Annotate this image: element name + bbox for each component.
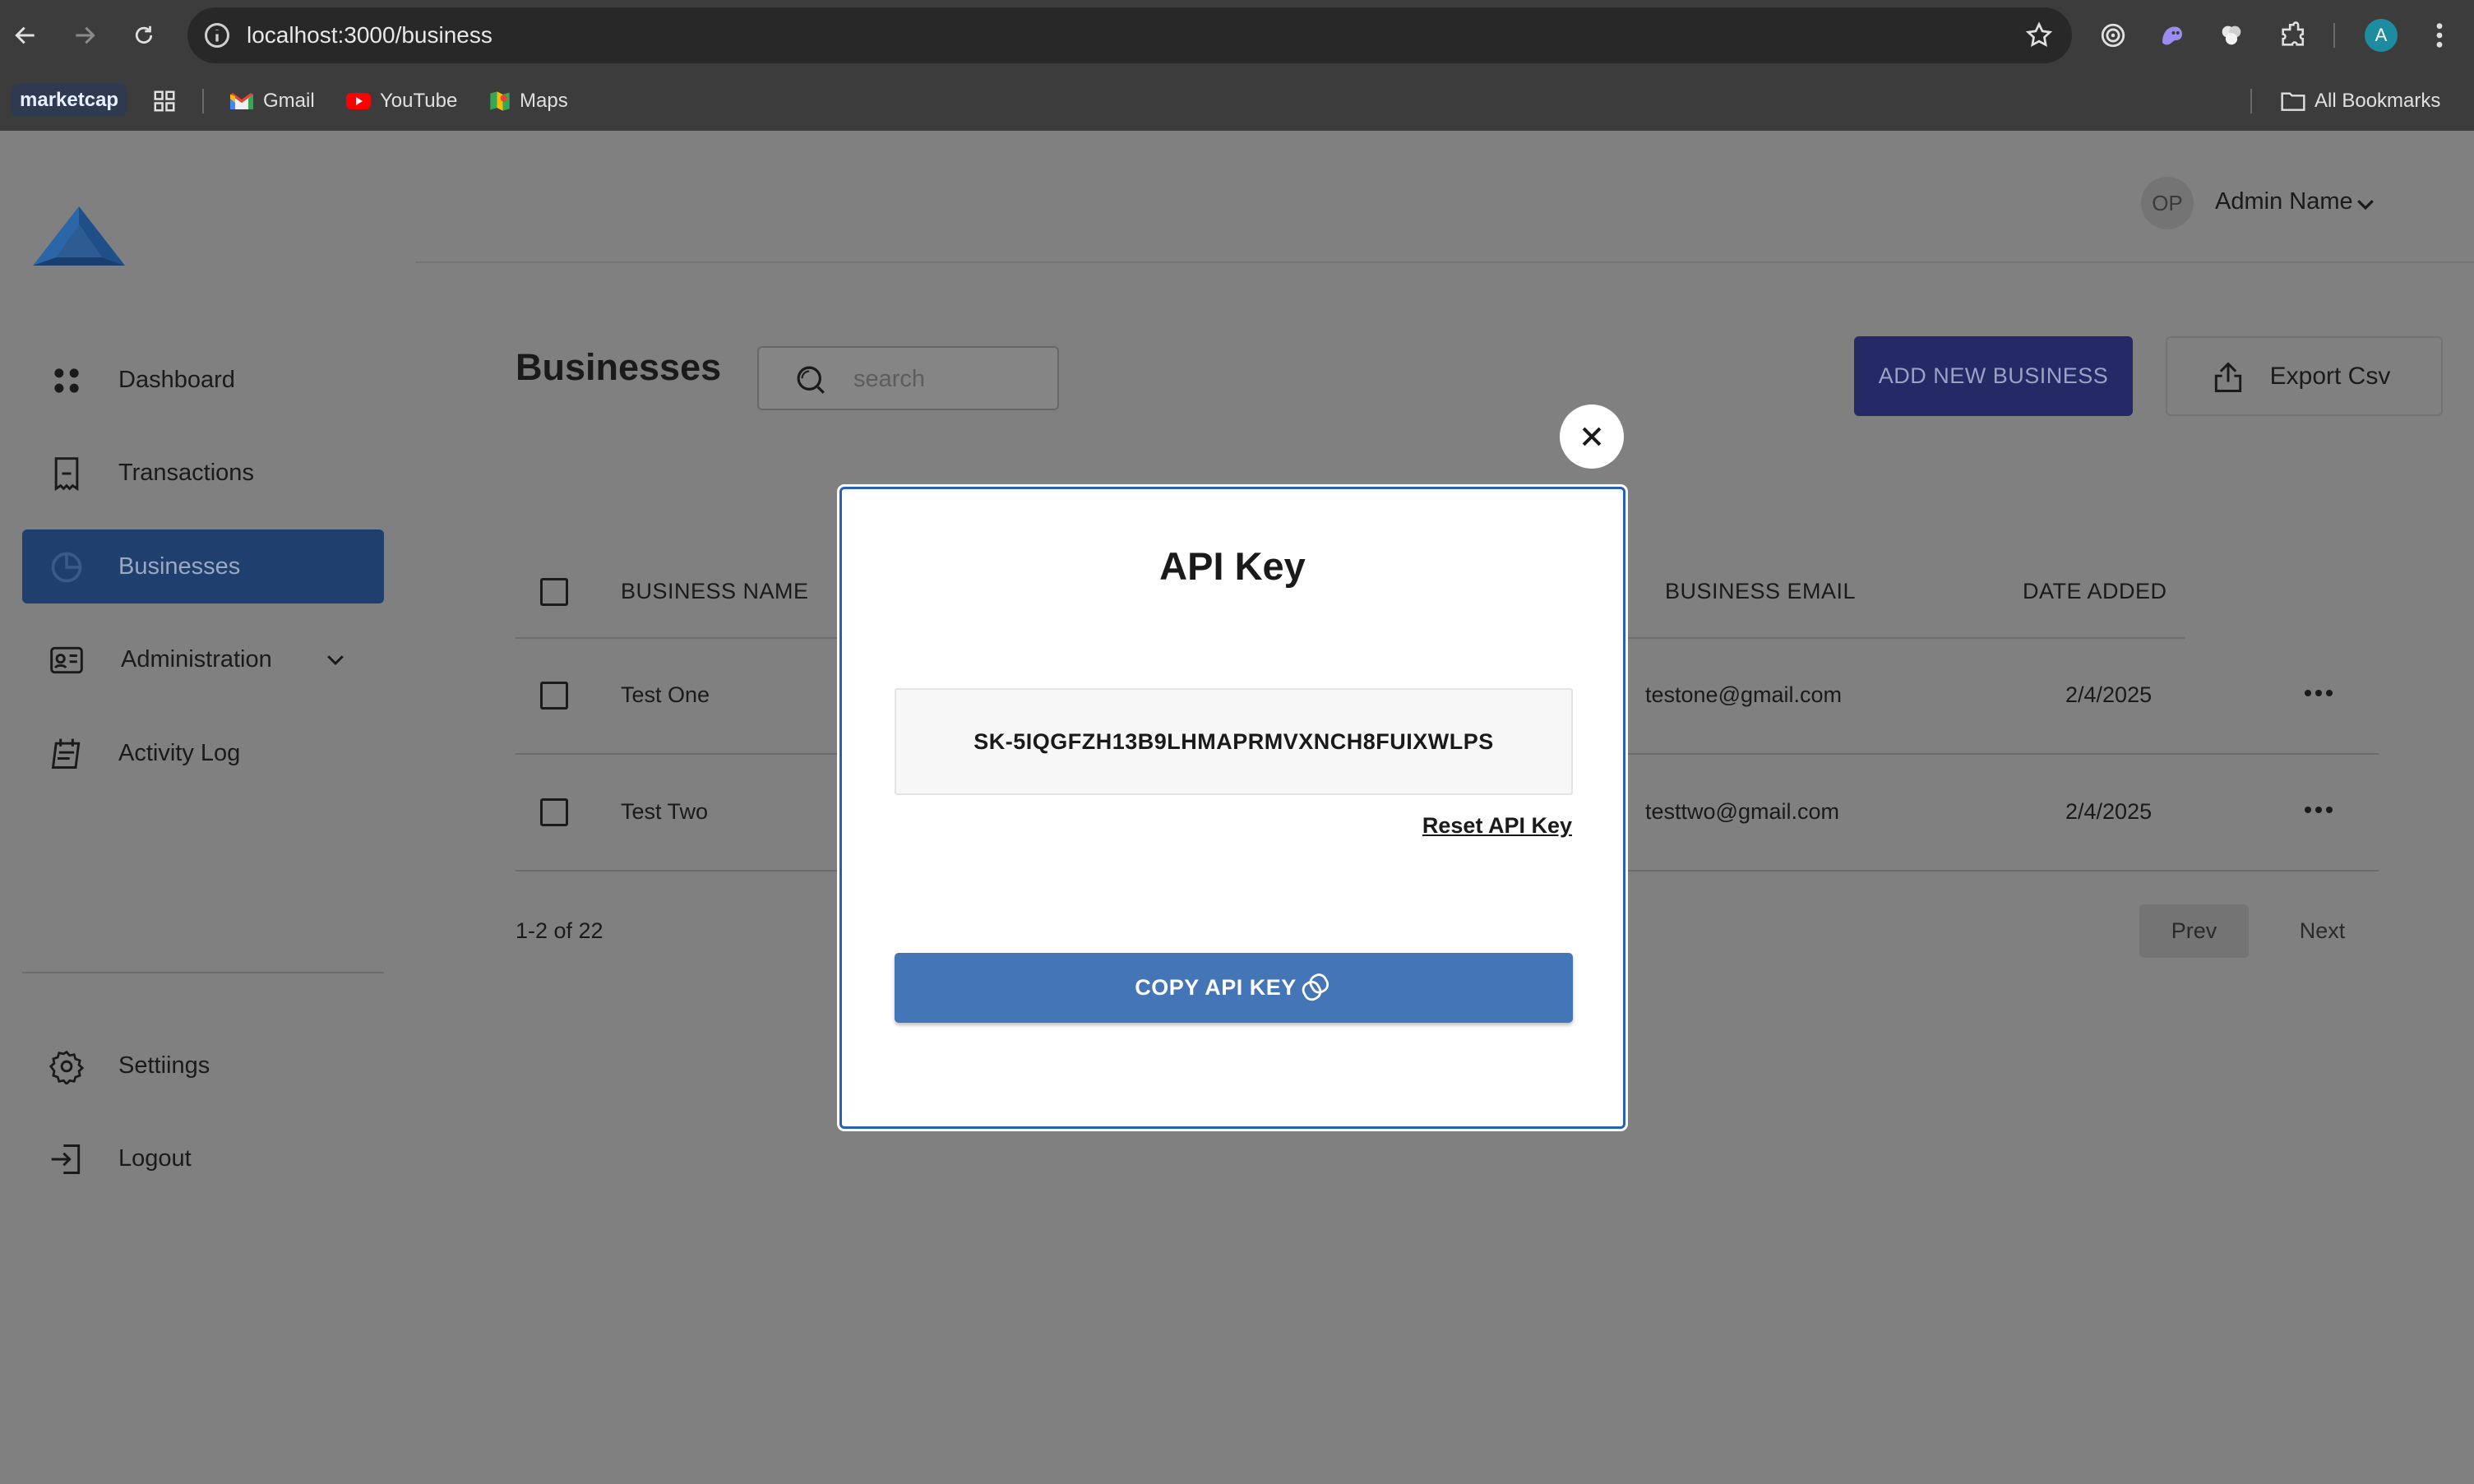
copy-api-key-label: COPY API KEY [1135,975,1297,1000]
sidebar: Dashboard Transactions Businesses Admini… [0,131,415,1484]
toolbar-divider [2333,23,2335,48]
row-checkbox[interactable] [540,798,568,826]
calendar-log-icon [51,738,81,769]
all-bookmarks-label: All Bookmarks [2314,90,2441,112]
sidebar-item-administration[interactable]: Administration [22,622,384,696]
back-icon[interactable] [8,18,43,53]
next-page-button[interactable]: Next [2268,904,2377,958]
sidebar-item-settings[interactable]: Settiings [22,1029,384,1103]
bookmark-star-icon[interactable] [2024,21,2054,50]
column-header-business-name[interactable]: BUSINESS NAME [621,579,809,604]
apps-grid-icon[interactable] [152,87,177,115]
maps-icon [490,91,510,111]
sidebar-item-label: Dashboard [118,366,235,393]
column-header-business-email[interactable]: BUSINESS EMAIL [1665,579,1856,604]
select-all-checkbox[interactable] [540,578,568,606]
close-icon [1582,427,1602,446]
business-email-cell: testone@gmail.com [1645,682,1843,707]
sidebar-item-label: Logout [118,1144,192,1172]
extension-ghost-icon[interactable] [2157,20,2188,51]
sidebar-item-dashboard[interactable]: Dashboard [22,343,384,417]
modal-title: API Key [1159,544,1306,588]
bookmark-divider [2250,89,2252,113]
pie-chart-icon [51,552,82,583]
business-email-cell: testtwo@gmail.com [1645,799,1839,824]
prev-page-button[interactable]: Prev [2139,904,2249,958]
youtube-icon [346,93,371,109]
copy-api-key-button[interactable]: COPY API KEY [895,953,1573,1023]
bookmark-divider [202,89,204,113]
export-csv-button[interactable]: Export Csv [2166,336,2443,416]
bookmark-maps[interactable]: Maps [488,87,568,115]
date-added-cell: 2/4/2025 [2065,682,2153,707]
bookmark-youtube[interactable]: YouTube [345,87,457,115]
modal-close-button[interactable] [1560,405,1624,469]
row-more-icon[interactable] [2304,688,2333,698]
receipt-icon [54,457,79,492]
page-title: Businesses [516,346,722,388]
company-logo-icon[interactable] [33,206,125,272]
bookmark-marketcap[interactable]: marketcap [12,84,127,117]
sidebar-item-transactions[interactable]: Transactions [22,436,384,510]
sidebar-item-businesses[interactable]: Businesses [22,529,384,603]
browser-menu-icon[interactable] [2424,20,2455,51]
search-placeholder: search [853,366,926,392]
forward-icon[interactable] [67,18,102,53]
sidebar-item-label: Transactions [118,459,254,486]
chevron-down-icon[interactable] [2353,192,2378,216]
bookmark-gmail-label: Gmail [263,90,315,112]
grid-dots-icon [54,368,79,393]
reset-api-key-link[interactable]: Reset API Key [1422,813,1572,839]
folder-icon [2281,92,2305,111]
extension-target-icon[interactable] [2097,20,2129,51]
extensions-puzzle-icon[interactable] [2277,20,2308,51]
sidebar-item-activity-log[interactable]: Activity Log [22,716,384,790]
id-card-icon [50,646,83,674]
extension-puzzle-color-icon[interactable] [2216,20,2247,51]
date-added-cell: 2/4/2025 [2065,799,2153,824]
url-text[interactable]: localhost:3000/business [247,7,492,63]
business-name-cell: Test Two [621,799,709,824]
chevron-down-icon[interactable] [323,647,348,672]
search-input[interactable]: search [757,346,1059,410]
pagination-info: 1-2 of 22 [516,918,603,943]
profile-avatar[interactable]: A [2365,19,2398,52]
upload-icon [2214,362,2242,392]
copy-icon [1302,973,1329,1001]
bookmarks-bar: marketcap Gmail YouTube Maps All Bookmar… [0,71,2474,131]
api-key-modal: API Key SK-5IQGFZH13B9LHMAPRMVXNCH8FUIXW… [839,487,1625,1129]
header-divider [415,261,2474,263]
sidebar-item-label: Settiings [118,1052,210,1079]
sidebar-item-label: Activity Log [118,739,241,766]
avatar[interactable]: OP [2141,177,2194,229]
sidebar-divider [22,972,384,973]
all-bookmarks[interactable]: All Bookmarks [2280,87,2440,115]
business-name-cell: Test One [621,682,710,707]
column-header-date-added[interactable]: DATE ADDED [2023,579,2167,604]
row-checkbox[interactable] [540,682,568,710]
sidebar-item-label: Businesses [118,552,241,580]
gmail-icon [230,93,253,109]
reload-icon[interactable] [127,18,161,53]
browser-chrome: localhost:3000/business A marketcap Gmai… [0,0,2474,131]
sidebar-item-logout[interactable]: Logout [22,1121,384,1195]
bookmark-gmail[interactable]: Gmail [229,87,315,115]
sidebar-item-label: Administration [121,645,272,673]
gear-icon [49,1050,85,1084]
bookmark-youtube-label: YouTube [380,90,458,112]
add-new-business-button[interactable]: ADD NEW BUSINESS [1854,336,2133,416]
admin-name[interactable]: Admin Name [2215,188,2353,215]
export-csv-label: Export Csv [2269,362,2391,390]
address-bar[interactable]: localhost:3000/business [187,7,2072,63]
search-icon [797,366,825,394]
api-key-field[interactable]: SK-5IQGFZH13B9LHMAPRMVXNCH8FUIXWLPS [895,688,1573,795]
api-key-value[interactable]: SK-5IQGFZH13B9LHMAPRMVXNCH8FUIXWLPS [973,729,1494,755]
logout-icon [51,1144,81,1174]
site-info-icon[interactable] [202,21,232,50]
browser-toolbar: localhost:3000/business A [0,0,2474,71]
row-more-icon[interactable] [2304,805,2333,815]
bookmark-maps-label: Maps [520,90,568,112]
